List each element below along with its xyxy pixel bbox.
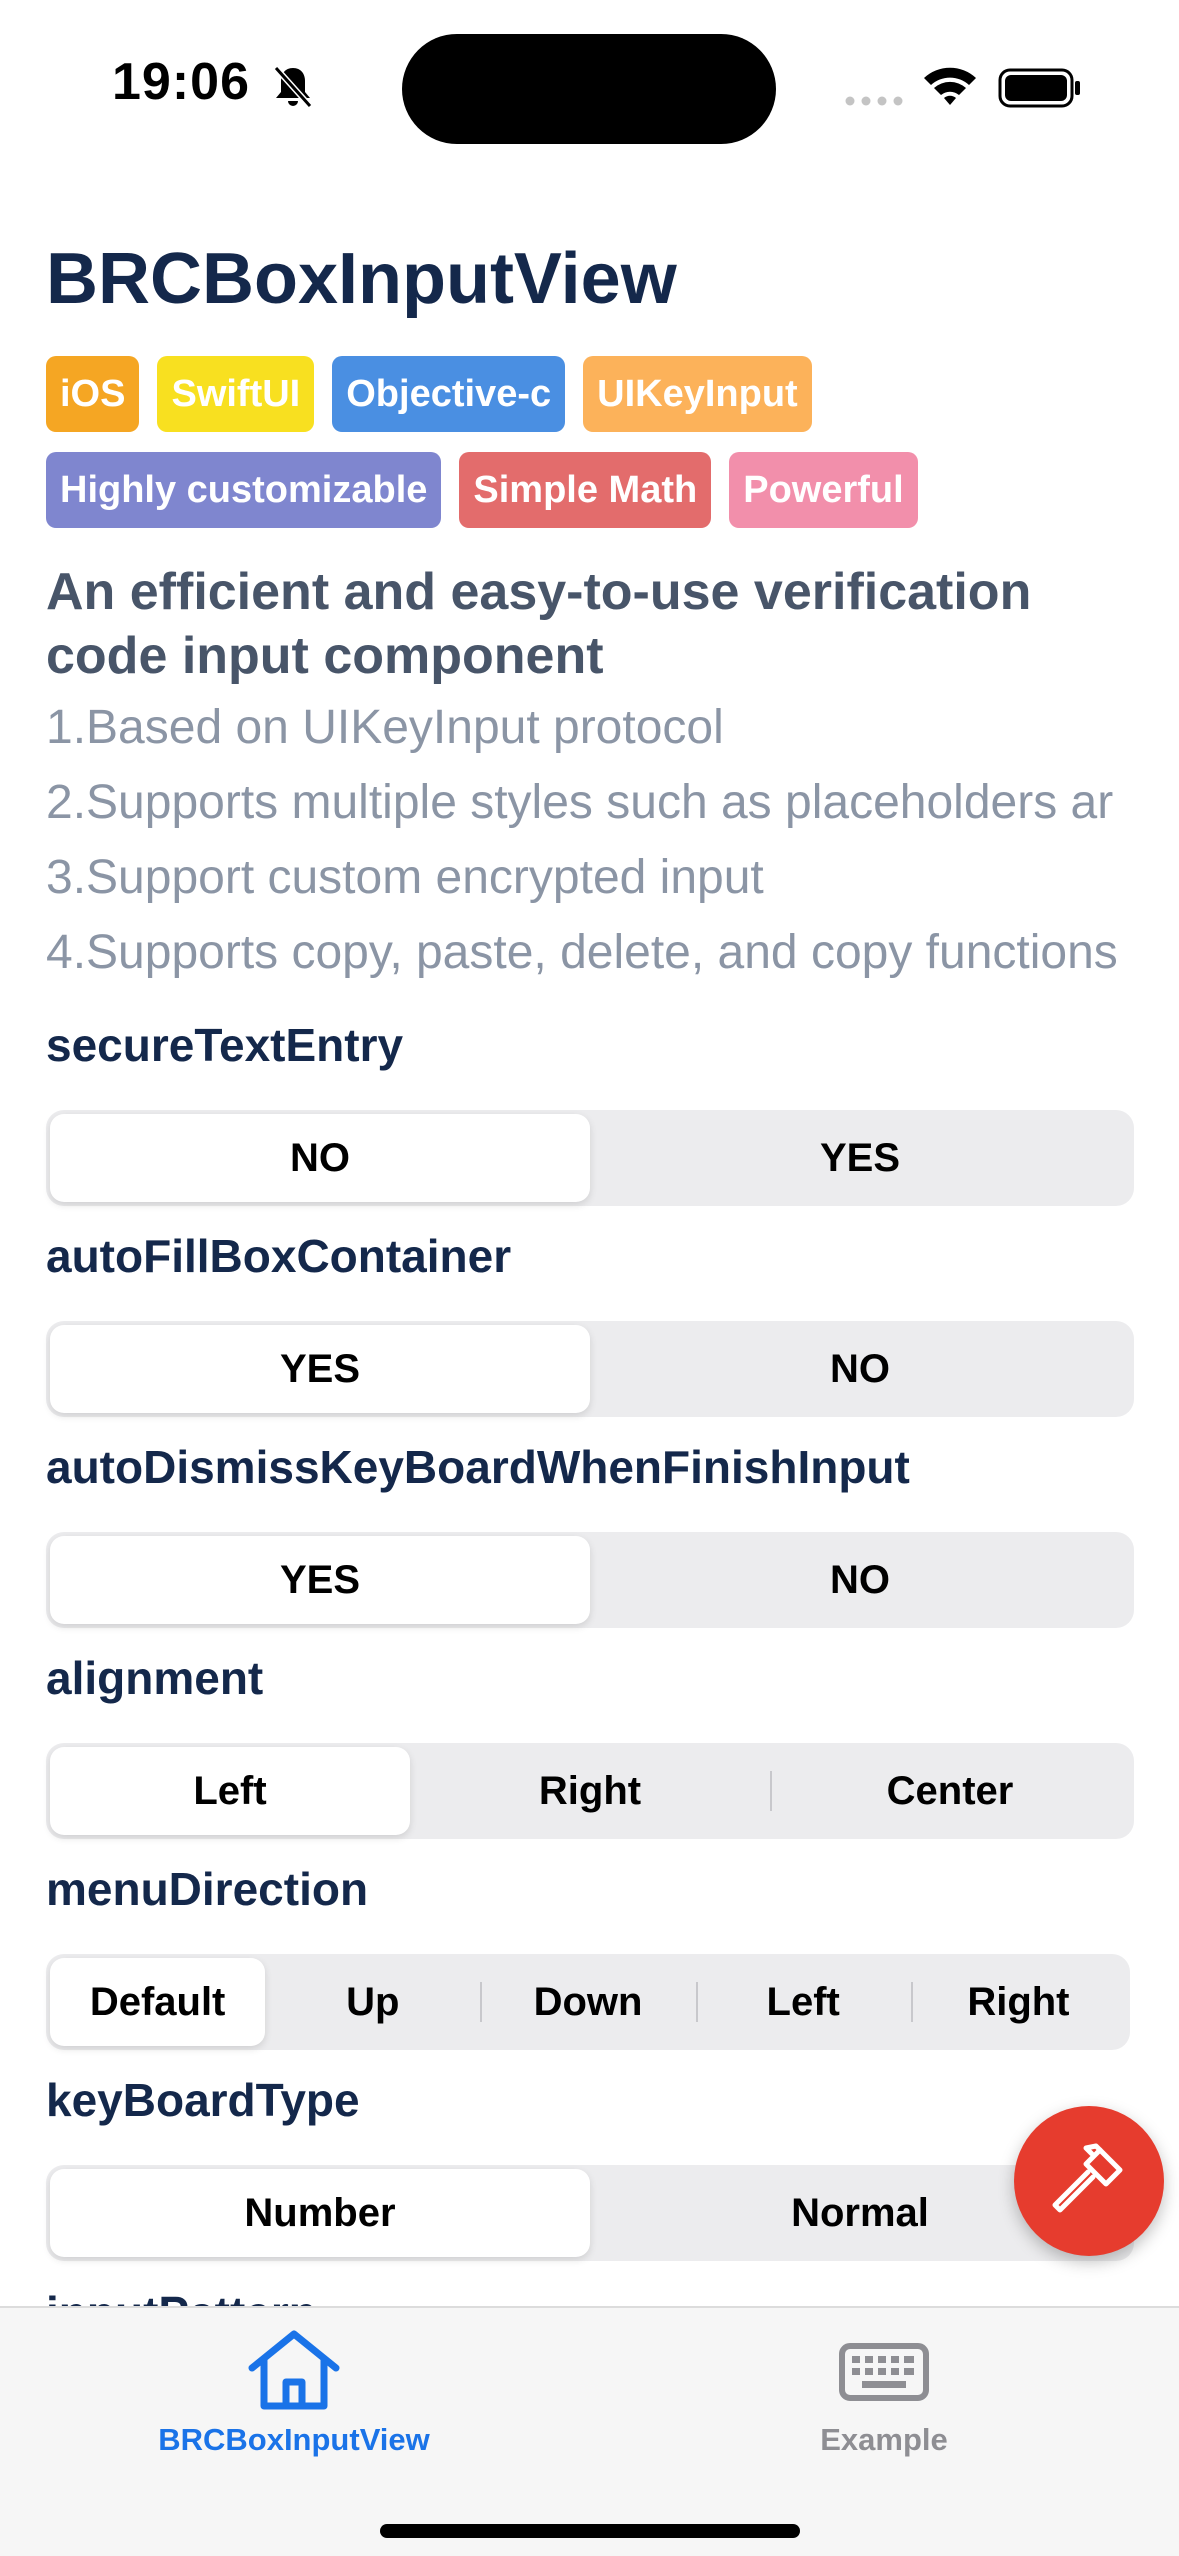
house-icon	[248, 2330, 340, 2410]
tag-row-1: iOS SwiftUI Objective-c UIKeyInput	[46, 356, 812, 432]
segmented-control-auto-fill-box-container: YES NO	[46, 1321, 1134, 1417]
tag-powerful: Powerful	[729, 452, 918, 528]
tag-highly-customizable: Highly customizable	[46, 452, 442, 528]
tag-simple-math: Simple Math	[459, 452, 712, 528]
option-label-input-pattern: inputPattern	[46, 2286, 317, 2306]
cellular-dots-icon	[845, 96, 903, 106]
segment-left[interactable]: Left	[50, 1747, 410, 1835]
segmented-control-secure-text-entry: NO YES	[46, 1110, 1134, 1206]
segment-right[interactable]: Right	[910, 1958, 1126, 2046]
tag-uikeyinput: UIKeyInput	[583, 356, 812, 432]
segment-yes[interactable]: YES	[50, 1325, 590, 1413]
status-time: 19:06	[112, 53, 250, 111]
segmented-control-auto-dismiss-keyboard: YES NO	[46, 1532, 1134, 1628]
segment-center[interactable]: Center	[770, 1747, 1130, 1835]
feature-item: 3.Support custom encrypted input	[46, 851, 764, 904]
status-bar: 19:06	[0, 0, 1179, 170]
segment-left[interactable]: Left	[695, 1958, 911, 2046]
page-title: BRCBoxInputView	[46, 239, 677, 319]
segment-no[interactable]: NO	[590, 1536, 1130, 1624]
segmented-control-keyboard-type: Number Normal	[46, 2165, 1134, 2261]
description-subtitle: An efficient and easy-to-use verificatio…	[46, 563, 1032, 685]
segment-no[interactable]: NO	[50, 1114, 590, 1202]
option-label-menu-direction: menuDirection	[46, 1863, 369, 1915]
tag-swiftui: SwiftUI	[157, 356, 315, 432]
feature-item: 1.Based on UIKeyInput protocol	[46, 701, 724, 754]
segmented-control-alignment: Left Right Center	[46, 1743, 1134, 1839]
tab-label-brcboxinputview: BRCBoxInputView	[158, 2422, 430, 2457]
segment-number[interactable]: Number	[50, 2169, 590, 2257]
segment-default[interactable]: Default	[50, 1958, 266, 2046]
feature-item: 4.Supports copy, paste, delete, and copy…	[46, 926, 1118, 979]
tag-row-2: Highly customizable Simple Math Powerful	[46, 452, 918, 528]
tag-ios: iOS	[46, 356, 140, 432]
hammer-icon	[1052, 2143, 1123, 2213]
option-label-alignment: alignment	[46, 1652, 264, 1704]
wifi-icon	[924, 67, 976, 105]
option-label-auto-fill-box-container: autoFillBoxContainer	[46, 1230, 512, 1282]
battery-icon	[998, 68, 1080, 108]
option-label-keyboard-type: keyBoardType	[46, 2074, 360, 2126]
segment-down[interactable]: Down	[480, 1958, 695, 2046]
segment-no[interactable]: NO	[590, 1325, 1130, 1413]
tab-brcboxinputview[interactable]: BRCBoxInputView	[94, 2328, 494, 2458]
segmented-control-menu-direction: Default Up Down Left Right	[46, 1954, 1130, 2050]
tab-example[interactable]: Example	[684, 2328, 1084, 2458]
tab-label-example: Example	[820, 2422, 948, 2457]
keyboard-icon	[839, 2343, 929, 2401]
option-label-auto-dismiss-keyboard: autoDismissKeyBoardWhenFinishInput	[46, 1441, 910, 1493]
home-indicator	[380, 2524, 800, 2538]
bell-slash-icon	[273, 65, 313, 109]
segment-up[interactable]: Up	[265, 1958, 480, 2046]
segment-yes[interactable]: YES	[50, 1536, 590, 1624]
segment-yes[interactable]: YES	[590, 1114, 1130, 1202]
dynamic-island	[402, 34, 776, 144]
segment-right[interactable]: Right	[410, 1747, 770, 1835]
tools-fab-button[interactable]	[1014, 2106, 1164, 2256]
feature-item: 2.Supports multiple styles such as place…	[46, 776, 1114, 829]
tag-objective-c: Objective-c	[332, 356, 566, 432]
option-label-secure-text-entry: secureTextEntry	[46, 1019, 404, 1071]
tab-bar: BRCBoxInputView Example	[0, 2306, 1179, 2556]
main-content[interactable]: BRCBoxInputView iOS SwiftUI Objective-c …	[0, 200, 1179, 2306]
